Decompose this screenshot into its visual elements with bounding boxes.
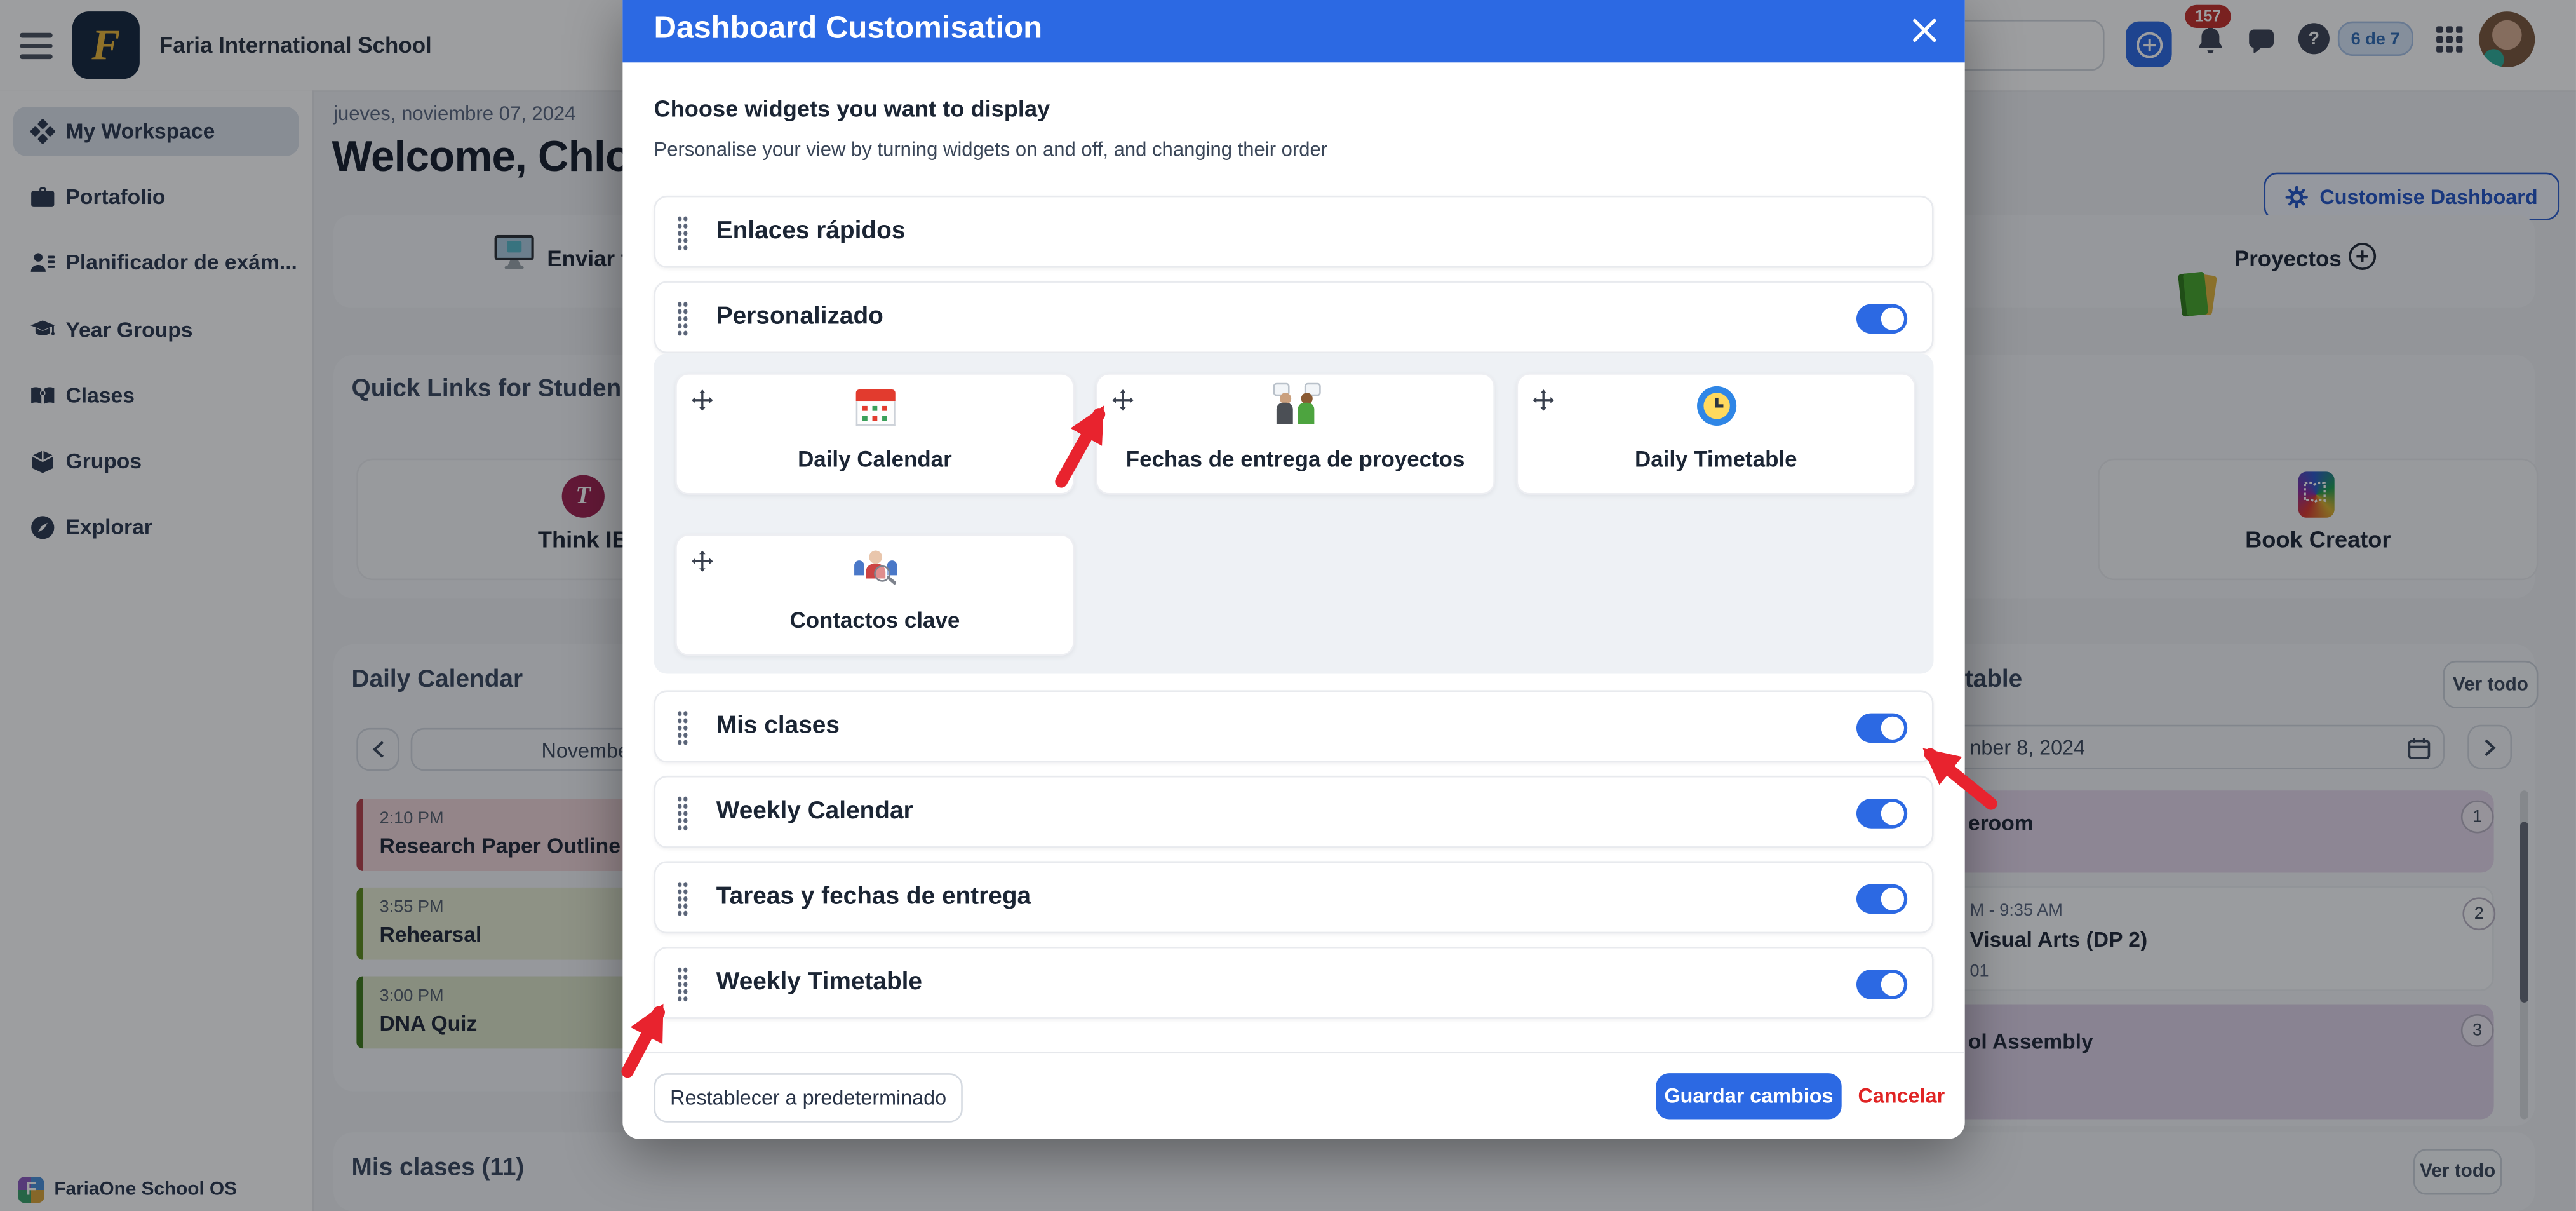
- modal-header: Dashboard Customisation: [622, 0, 1964, 62]
- personalizado-toggle[interactable]: [1856, 304, 1907, 334]
- widget-card-contactos-clave[interactable]: Contactos clave: [675, 534, 1075, 656]
- widget-row-tareas-fechas[interactable]: Tareas y fechas de entrega: [654, 861, 1934, 933]
- widget-row-weekly-timetable[interactable]: Weekly Timetable: [654, 947, 1934, 1019]
- modal-title: Dashboard Customisation: [654, 11, 1043, 48]
- reset-default-button[interactable]: Restablecer a predeterminado: [654, 1073, 963, 1123]
- footer-divider: [622, 1052, 1964, 1053]
- widget-card-daily-calendar[interactable]: Daily Calendar: [675, 373, 1075, 494]
- widget-row-mis-clases[interactable]: Mis clases: [654, 690, 1934, 762]
- save-changes-button[interactable]: Guardar cambios: [1656, 1073, 1841, 1119]
- drag-handle-icon[interactable]: [677, 795, 688, 832]
- widget-card-fechas-proyectos[interactable]: Fechas de entrega de proyectos: [1096, 373, 1495, 494]
- drag-handle-icon[interactable]: [677, 881, 688, 917]
- widget-row-personalizado[interactable]: Personalizado: [654, 281, 1934, 353]
- mis-clases-toggle[interactable]: [1856, 714, 1907, 743]
- modal-subheading: Personalise your view by turning widgets…: [654, 138, 1328, 161]
- calendar-emoji-icon: [677, 386, 1073, 426]
- weekly-calendar-toggle[interactable]: [1856, 799, 1907, 829]
- tareas-toggle[interactable]: [1856, 884, 1907, 914]
- drag-handle-icon[interactable]: [677, 215, 688, 252]
- modal-heading: Choose widgets you want to display: [654, 95, 1050, 121]
- drag-handle-icon[interactable]: [677, 966, 688, 1003]
- cancel-button[interactable]: Cancelar: [1858, 1085, 1945, 1107]
- app-stage: F Faria International School 157 ? 6 de …: [0, 0, 2576, 1211]
- widget-row-enlaces-rapidos[interactable]: Enlaces rápidos: [654, 196, 1934, 268]
- dashboard-customisation-modal: Dashboard Customisation Choose widgets y…: [622, 0, 1964, 1139]
- close-icon[interactable]: [1912, 18, 1937, 43]
- widget-row-weekly-calendar[interactable]: Weekly Calendar: [654, 776, 1934, 848]
- people-talking-emoji-icon: [1097, 386, 1493, 429]
- drag-handle-icon[interactable]: [677, 710, 688, 746]
- personalizado-widgets-panel: Daily Calendar Fechas de entrega de proy…: [654, 353, 1934, 673]
- widget-card-daily-timetable[interactable]: Daily Timetable: [1517, 373, 1916, 494]
- weekly-timetable-toggle[interactable]: [1856, 970, 1907, 999]
- clock-emoji-icon: [1518, 386, 1914, 426]
- drag-handle-icon[interactable]: [677, 301, 688, 337]
- person-search-emoji-icon: [677, 547, 1073, 590]
